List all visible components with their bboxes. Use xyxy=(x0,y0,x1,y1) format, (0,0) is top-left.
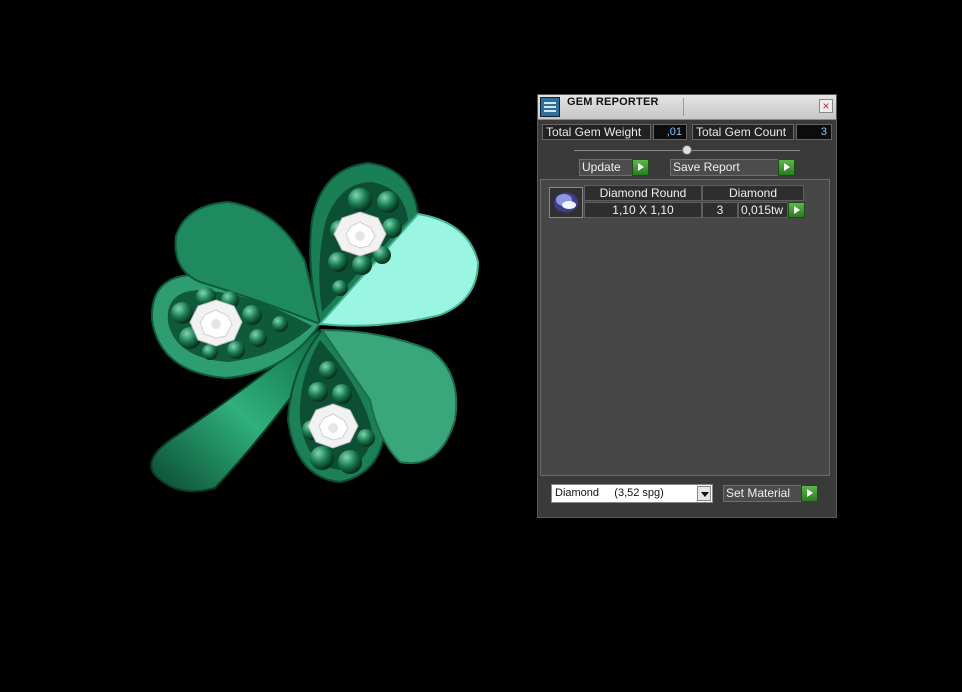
diamond-stone-top xyxy=(333,211,387,257)
gem-material-cell: Diamond xyxy=(702,185,804,201)
gem-row-play-arrow-icon[interactable] xyxy=(788,202,805,218)
close-icon: × xyxy=(822,99,830,113)
3d-viewport[interactable] xyxy=(0,0,530,687)
chevron-down-icon[interactable] xyxy=(697,486,711,501)
titlebar-divider xyxy=(683,98,684,116)
gem-reporter-app-icon xyxy=(540,97,560,117)
gem-size-cell: 1,10 X 1,10 xyxy=(584,202,702,218)
update-button[interactable]: Update xyxy=(579,159,649,176)
shamrock-pendant-model xyxy=(150,161,480,493)
set-material-button-label: Set Material xyxy=(726,486,791,500)
total-gem-count-value: 3 xyxy=(796,124,832,140)
diamond-stone-left xyxy=(189,299,243,347)
material-select[interactable]: Diamond (3,52 spg) xyxy=(551,484,713,503)
material-select-value: Diamond (3,52 spg) xyxy=(555,487,664,499)
save-report-button[interactable]: Save Report xyxy=(670,159,795,176)
save-report-button-label: Save Report xyxy=(673,160,740,174)
gem-list[interactable]: Diamond Round Diamond 1,10 X 1,10 3 0,01… xyxy=(540,179,830,476)
gem-count-cell: 3 xyxy=(702,202,738,218)
total-gem-count-label: Total Gem Count xyxy=(692,124,794,140)
play-arrow-icon xyxy=(778,159,795,176)
close-button[interactable]: × xyxy=(819,99,833,113)
gem-reporter-panel: GEM REPORTER × Total Gem Weight ,01 Tota… xyxy=(537,94,837,518)
diamond-stone-bottom xyxy=(307,403,359,449)
gem-name-cell: Diamond Round xyxy=(584,185,702,201)
panel-titlebar[interactable]: GEM REPORTER × xyxy=(538,95,836,120)
play-arrow-icon xyxy=(801,485,818,502)
play-arrow-icon xyxy=(632,159,649,176)
total-gem-weight-value: ,01 xyxy=(653,124,687,140)
set-material-button[interactable]: Set Material xyxy=(723,485,818,502)
update-button-label: Update xyxy=(582,160,621,174)
panel-splitter-handle[interactable] xyxy=(682,145,692,155)
panel-title: GEM REPORTER xyxy=(567,96,659,108)
total-gem-weight-label: Total Gem Weight xyxy=(542,124,651,140)
gem-weight-cell: 0,015tw xyxy=(738,202,788,218)
round-gem-icon xyxy=(549,187,583,218)
